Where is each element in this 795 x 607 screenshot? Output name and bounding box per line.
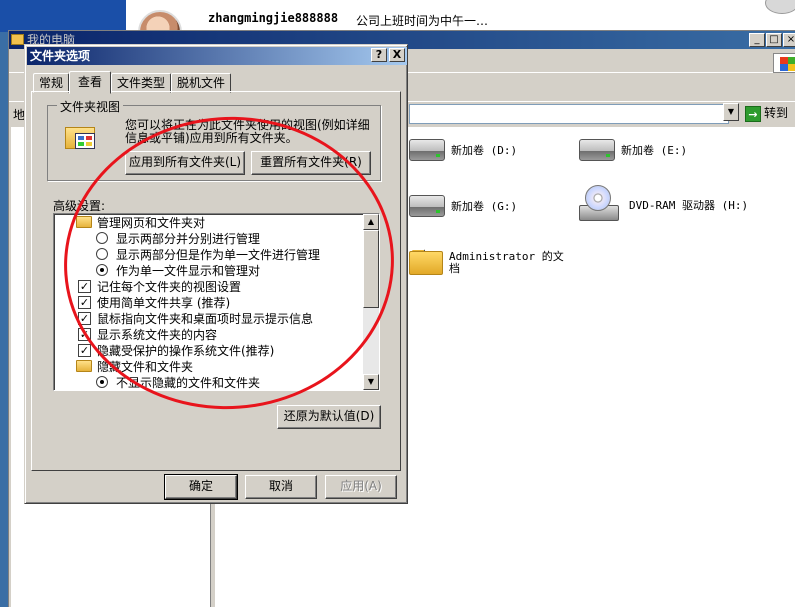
minimize-icon[interactable]: _ <box>749 33 765 47</box>
drive-label: 新加卷 (E:) <box>621 144 688 157</box>
radio-button-selected[interactable] <box>96 376 108 388</box>
reset-all-folders-button[interactable]: 重置所有文件夹(R) <box>251 151 371 175</box>
list-item-radio[interactable]: 显示两部分但是作为单一文件进行管理 <box>96 246 320 262</box>
windows-logo-icon <box>773 53 795 73</box>
list-item-radio[interactable]: 作为单一文件显示和管理对 <box>96 262 260 278</box>
folder-label: Administrator 的文 档 <box>449 250 564 275</box>
list-item-folder: 隐藏文件和文件夹 <box>76 358 193 374</box>
help-button[interactable]: ? <box>371 48 387 62</box>
drive-label: 新加卷 (D:) <box>451 144 518 157</box>
close-button[interactable]: X <box>389 48 405 62</box>
folder-icon <box>76 216 92 228</box>
address-input[interactable] <box>409 104 729 124</box>
apply-button[interactable]: 应用(A) <box>325 475 397 499</box>
radio-button[interactable] <box>96 248 108 260</box>
ok-button[interactable]: 确定 <box>164 474 238 500</box>
list-item-checkbox[interactable]: ✓ 使用简单文件共享 (推荐) <box>78 294 230 310</box>
drive-label: 新加卷 (G:) <box>451 200 518 213</box>
scroll-up-icon[interactable]: ▲ <box>363 214 379 230</box>
hard-drive-icon <box>579 139 615 161</box>
dvd-drive-icon <box>579 185 623 225</box>
hard-drive-icon <box>409 195 445 217</box>
scroll-thumb[interactable] <box>363 230 379 308</box>
folder-icon <box>409 245 443 275</box>
close-icon[interactable]: × <box>783 33 795 47</box>
folder-icon <box>76 360 92 372</box>
checkbox[interactable]: ✓ <box>78 343 91 357</box>
checkbox[interactable]: ✓ <box>78 279 91 293</box>
drive-label: DVD-RAM 驱动器 (H:) <box>629 199 749 212</box>
go-button[interactable]: → 转到 <box>745 103 795 123</box>
list-item-checkbox[interactable]: ✓ 记住每个文件夹的视图设置 <box>78 278 241 294</box>
drive-d[interactable]: 新加卷 (D:) <box>409 139 517 161</box>
dialog-title: 文件夹选项 <box>30 49 91 63</box>
advanced-settings-label: 高级设置: <box>53 199 106 213</box>
scroll-down-icon[interactable]: ▼ <box>363 374 379 390</box>
chat-strip-sidebar <box>0 0 126 32</box>
checkbox[interactable]: ✓ <box>78 311 91 325</box>
hard-drive-icon <box>409 139 445 161</box>
chat-username: zhangmingjie888888 <box>208 11 339 25</box>
list-item-checkbox[interactable]: ✓ 显示系统文件夹的内容 <box>78 326 217 342</box>
list-item-folder: 管理网页和文件夹对 <box>76 214 205 230</box>
advanced-settings-list[interactable]: 管理网页和文件夹对 显示两部分并分别进行管理 显示两部分但是作为单一文件进行管理… <box>53 213 380 391</box>
list-item-radio[interactable]: 显示两部分并分别进行管理 <box>96 230 260 246</box>
radio-button-selected[interactable] <box>96 264 108 276</box>
address-dropdown-icon[interactable]: ▼ <box>723 103 739 121</box>
list-scrollbar[interactable]: ▲ ▼ <box>363 214 379 390</box>
drive-e[interactable]: 新加卷 (E:) <box>579 139 687 161</box>
list-item-radio[interactable]: 不显示隐藏的文件和文件夹 <box>96 374 260 390</box>
tab-offline-files[interactable]: 脱机文件 <box>171 73 232 93</box>
folder-view-description: 您可以将正在为此文件夹使用的视图(例如详细 信息或平铺)应用到所有文件夹。 <box>125 118 370 145</box>
folder-view-group-label: 文件夹视图 <box>57 98 124 115</box>
maximize-icon[interactable]: □ <box>766 33 782 47</box>
checkbox[interactable]: ✓ <box>78 295 91 309</box>
folder-view-icon <box>65 123 99 153</box>
radio-button[interactable] <box>96 232 108 244</box>
tab-view[interactable]: 查看 <box>69 71 112 94</box>
apply-to-all-folders-button[interactable]: 应用到所有文件夹(L) <box>125 151 245 175</box>
checkbox[interactable]: ✓ <box>78 327 91 341</box>
drive-h[interactable]: DVD-RAM 驱动器 (H:) <box>579 185 748 225</box>
folder-options-dialog: 文件夹选项 ? X 常规 查看 文件类型 脱机文件 文件夹视图 您可以将正在为此… <box>24 44 408 504</box>
tab-strip: 常规 查看 文件类型 脱机文件 <box>33 71 232 94</box>
folder-icon <box>11 34 24 45</box>
drive-g[interactable]: 新加卷 (G:) <box>409 195 517 217</box>
tab-file-types[interactable]: 文件类型 <box>111 73 172 93</box>
list-item-checkbox[interactable]: ✓ 隐藏受保护的操作系统文件(推荐) <box>78 342 274 358</box>
folder-administrator-docs[interactable]: Administrator 的文 档 <box>409 245 564 275</box>
go-arrow-icon: → <box>745 105 761 122</box>
tab-general[interactable]: 常规 <box>33 73 70 93</box>
dialog-titlebar: 文件夹选项 ? X <box>27 47 407 65</box>
chat-message[interactable]: 公司上班时间为中午一… <box>356 12 488 29</box>
restore-defaults-button[interactable]: 还原为默认值(D) <box>277 405 381 429</box>
cancel-button[interactable]: 取消 <box>245 475 317 499</box>
list-item-checkbox[interactable]: ✓ 鼠标指向文件夹和桌面项时显示提示信息 <box>78 310 313 326</box>
go-label: 转到 <box>764 106 789 120</box>
